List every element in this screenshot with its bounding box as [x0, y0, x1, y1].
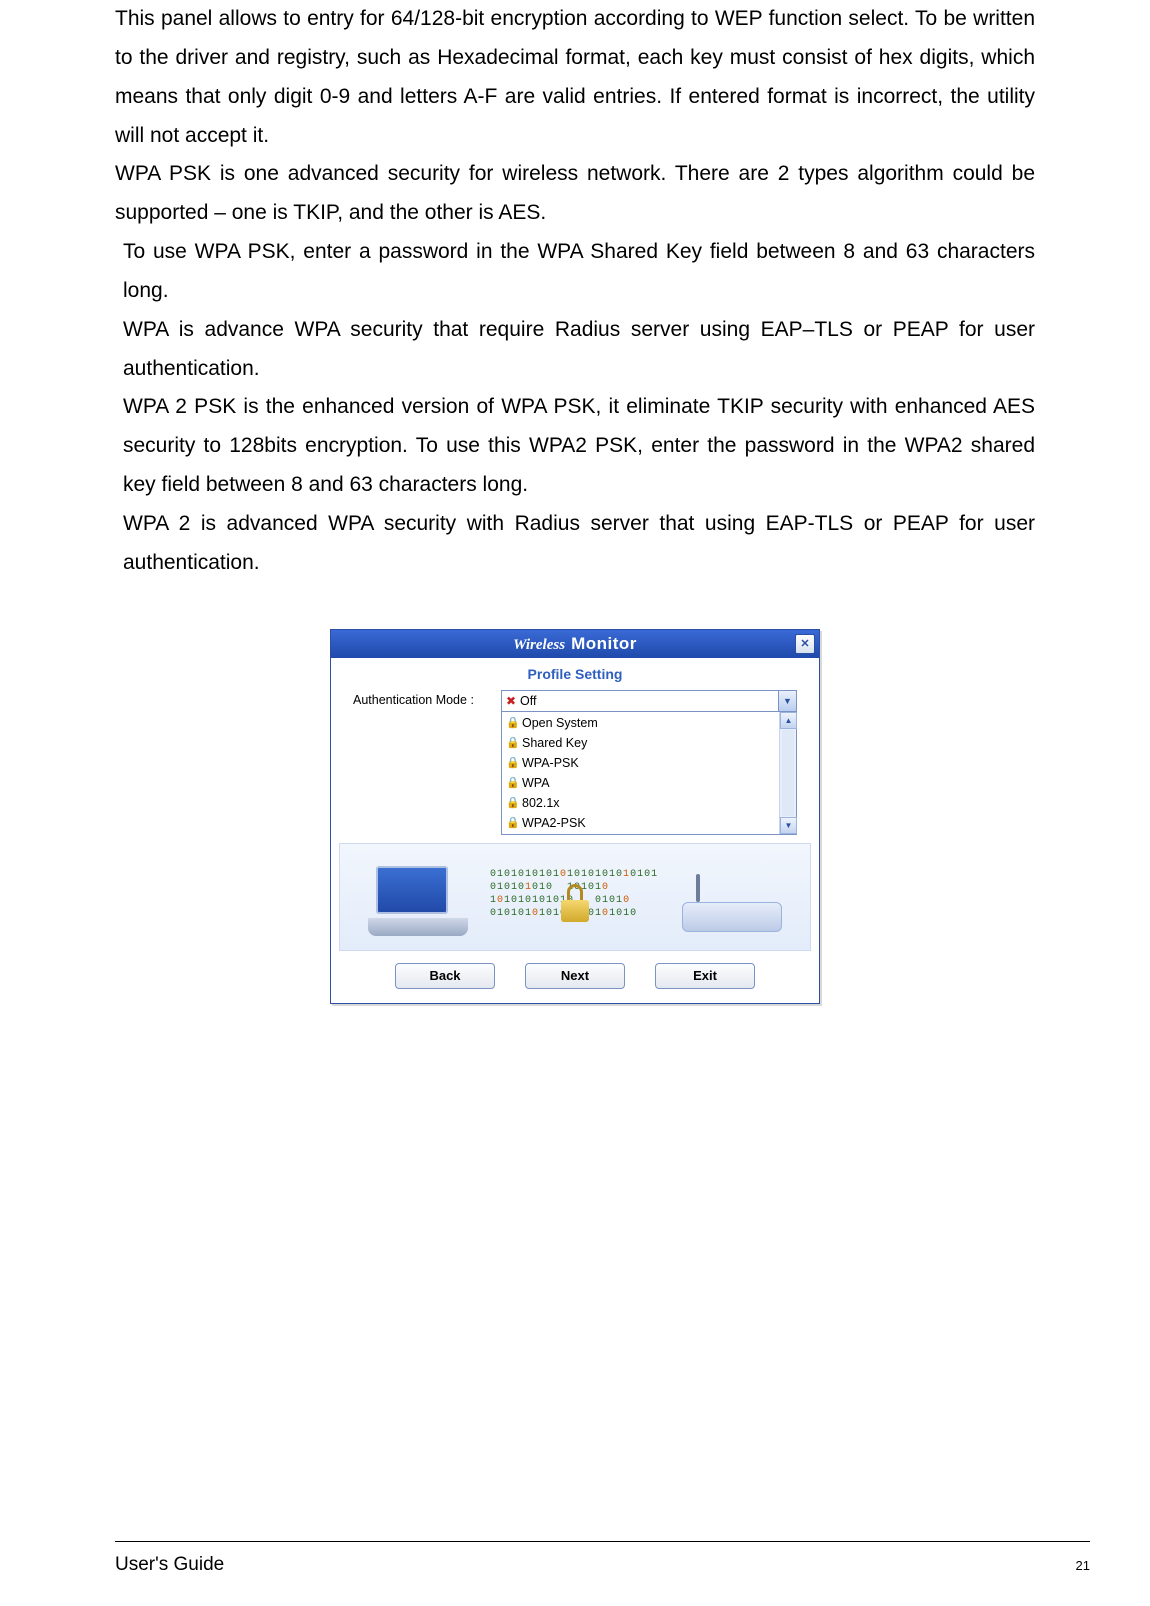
list-item[interactable]: 🔒 WPA-PSK — [502, 753, 796, 773]
scroll-track[interactable] — [782, 730, 794, 816]
list-item[interactable]: 🔒 WPA2-PSK — [502, 813, 796, 833]
scroll-up-icon[interactable]: ▲ — [780, 712, 797, 729]
list-item-label: Open System — [522, 716, 598, 730]
auth-mode-select-stack: ✖ Off ▼ 🔒 Open System 🔒 Shared — [501, 690, 797, 835]
auth-mode-row: Authentication Mode : ✖ Off ▼ 🔒 Open Sys… — [331, 688, 819, 839]
paragraph-wpa2-psk: WPA 2 PSK is the enhanced version of WPA… — [123, 388, 1035, 505]
subtitle: Profile Setting — [331, 658, 819, 688]
list-item[interactable]: 🔒 Open System — [502, 713, 796, 733]
paragraph-wpa-psk-usage: To use WPA PSK, enter a password in the … — [123, 233, 1035, 311]
lock-icon: 🔒 — [504, 736, 522, 749]
auth-mode-selected-text: Off — [520, 694, 536, 708]
illustration: 010101010101010101010101010101010 101010… — [339, 843, 811, 951]
auth-mode-label: Authentication Mode : — [353, 690, 493, 707]
exit-button[interactable]: Exit — [655, 963, 755, 989]
lock-icon: 🔒 — [504, 776, 522, 789]
next-button[interactable]: Next — [525, 963, 625, 989]
wireless-monitor-window: Wireless Monitor ✕ Profile Setting Authe… — [330, 629, 820, 1004]
button-row: Back Next Exit — [331, 957, 819, 1003]
list-item-label: WPA-PSK — [522, 756, 579, 770]
title-wireless: Wireless — [513, 637, 565, 654]
embedded-screenshot: Wireless Monitor ✕ Profile Setting Authe… — [115, 629, 1035, 1004]
paragraph-wpa2: WPA 2 is advanced WPA security with Radi… — [123, 505, 1035, 583]
titlebar: Wireless Monitor ✕ — [331, 630, 819, 658]
chevron-down-icon[interactable]: ▼ — [778, 691, 796, 711]
list-item[interactable]: 🔒 802.1x — [502, 793, 796, 813]
auth-mode-listbox: 🔒 Open System 🔒 Shared Key 🔒 WPA-PSK — [501, 712, 797, 835]
list-item-label: WPA — [522, 776, 550, 790]
auth-mode-select[interactable]: ✖ Off ▼ — [501, 690, 797, 712]
window-title: Wireless Monitor — [513, 634, 637, 654]
lock-icon: 🔒 — [504, 756, 522, 769]
list-item-label: WPA2-PSK — [522, 816, 586, 830]
page-footer: User's Guide 21 — [115, 1554, 1090, 1576]
lock-icon: 🔒 — [504, 716, 522, 729]
scroll-down-icon[interactable]: ▼ — [780, 817, 797, 834]
document-page: This panel allows to entry for 64/128-bi… — [0, 0, 1150, 1606]
paragraph-wpa-psk: WPA PSK is one advanced security for wir… — [115, 155, 1035, 233]
router-icon — [682, 886, 782, 932]
lock-icon: 🔒 — [504, 816, 522, 829]
off-icon: ✖ — [502, 694, 520, 708]
footer-rule — [115, 1541, 1090, 1542]
lock-icon: 🔒 — [504, 796, 522, 809]
lock-icon — [561, 890, 589, 922]
back-button[interactable]: Back — [395, 963, 495, 989]
laptop-icon — [368, 866, 478, 936]
page-number: 21 — [1076, 1558, 1090, 1573]
close-button[interactable]: ✕ — [795, 634, 815, 654]
paragraph-wpa: WPA is advance WPA security that require… — [123, 311, 1035, 389]
list-item-label: Shared Key — [522, 736, 587, 750]
close-icon: ✕ — [800, 637, 809, 650]
footer-title: User's Guide — [115, 1554, 224, 1576]
scrollbar[interactable]: ▲ ▼ — [779, 712, 796, 834]
title-monitor: Monitor — [571, 634, 637, 654]
list-item-label: 802.1x — [522, 796, 560, 810]
list-item[interactable]: 🔒 Shared Key — [502, 733, 796, 753]
paragraph-wep: This panel allows to entry for 64/128-bi… — [115, 0, 1035, 155]
list-item[interactable]: 🔒 WPA — [502, 773, 796, 793]
